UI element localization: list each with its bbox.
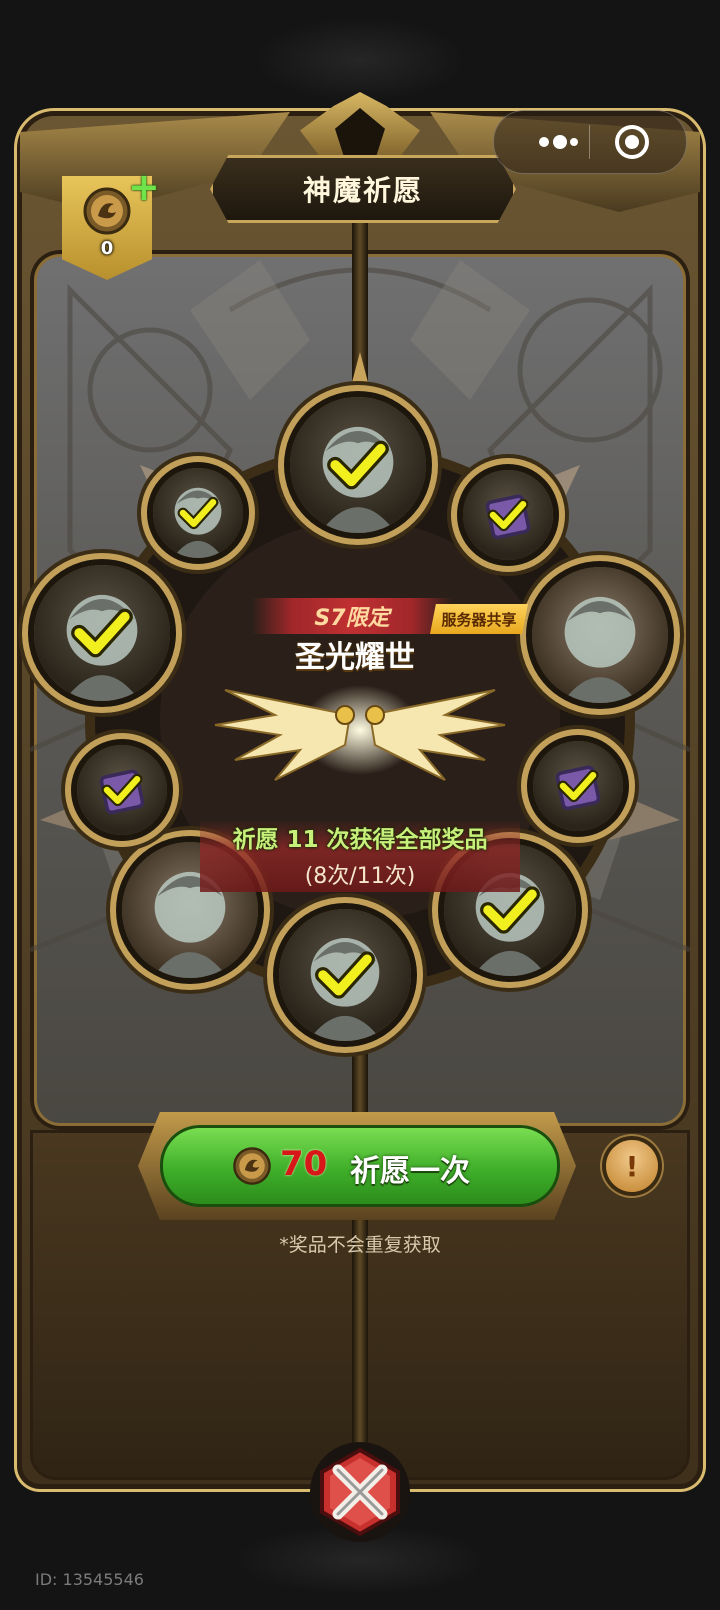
checkmark-icon [315, 951, 375, 999]
reward-slot[interactable] [533, 741, 623, 831]
reward-slot[interactable] [290, 397, 426, 533]
wish-cost: 70 [280, 1144, 328, 1184]
reward-slot[interactable] [34, 565, 170, 701]
progress-title: 祈愿 11 次获得全部奖品 [232, 827, 488, 853]
checkmark-icon [71, 608, 133, 658]
close-x-icon[interactable] [308, 1440, 412, 1544]
reward-slot[interactable] [279, 909, 411, 1041]
info-button[interactable]: ! [606, 1140, 658, 1192]
checkmark-icon [177, 496, 219, 530]
checkmark-icon [327, 440, 389, 490]
reward-slot[interactable] [77, 745, 167, 835]
checkmark-icon [101, 773, 143, 807]
reward-slot[interactable] [463, 470, 553, 560]
reward-slot[interactable] [153, 468, 243, 558]
no-duplicate-note: *奖品不会重复获取 [279, 1234, 441, 1256]
info-icon: ! [625, 1149, 639, 1183]
limited-label: S7限定 [314, 606, 390, 631]
user-id-watermark: ID: 13545546 [35, 1570, 144, 1589]
server-shared-tag: 服务器共享 [430, 604, 528, 634]
checkmark-icon [557, 769, 599, 803]
golden-wings-reward-icon [214, 685, 506, 781]
reward-slot[interactable] [532, 567, 668, 703]
wish-button-label: 祈愿一次 [350, 1154, 470, 1189]
dark-armored-knight-portrait [561, 596, 639, 703]
progress-count: (8次/11次) [304, 864, 416, 889]
wish-coin-icon [233, 1147, 271, 1185]
checkmark-icon [487, 498, 529, 532]
server-tag-label: 服务器共享 [441, 610, 517, 629]
limited-ribbon: S7限定 [252, 598, 452, 634]
